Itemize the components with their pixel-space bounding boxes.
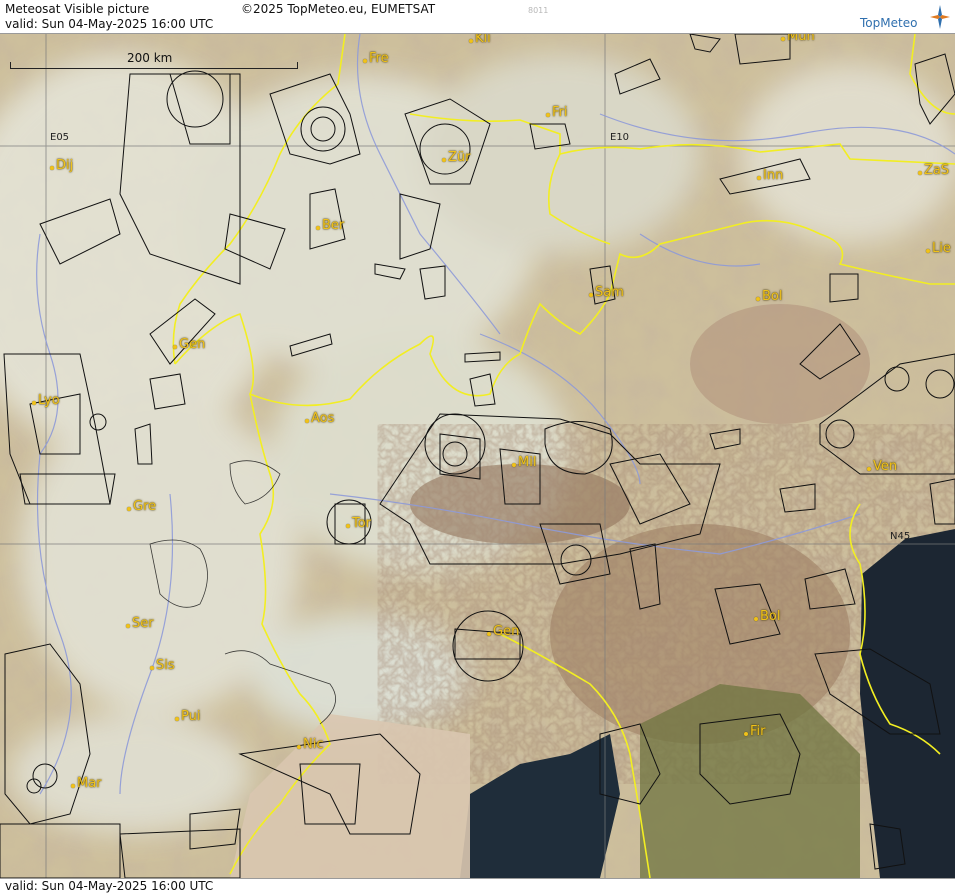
city-label: Kli: [469, 34, 491, 46]
city-label: Zür: [442, 150, 471, 165]
satellite-map-window: Meteosat Visible picture ©2025 TopMeteo.…: [0, 0, 955, 893]
sea-adriatic: [860, 529, 955, 878]
compass-star-icon: [930, 5, 950, 29]
city-label: Lie: [926, 241, 951, 256]
city-label: Mil: [511, 455, 537, 470]
city-label: Gen: [172, 337, 206, 352]
city-label: Gre: [126, 499, 157, 514]
city-label: Mün: [781, 34, 815, 44]
city-label: Pui: [174, 709, 201, 724]
scale-label: 200 km: [127, 51, 173, 65]
city-label: Sis: [150, 658, 175, 673]
city-label: Mar: [71, 776, 102, 791]
copyright-text: ©2025 TopMeteo.eu, EUMETSAT: [241, 2, 436, 16]
topmeteo-logo: TopMeteo: [860, 5, 950, 31]
city-label: Bol: [753, 609, 781, 624]
city-label: Gen: [486, 624, 520, 639]
header-bar: Meteosat Visible picture ©2025 TopMeteo.…: [0, 0, 955, 34]
city-label: Tor: [345, 516, 372, 531]
scale-bar: 200 km: [10, 51, 298, 71]
map-title: Meteosat Visible picture: [5, 2, 150, 16]
valid-time-bottom: valid: Sun 04-May-2025 16:00 UTC: [5, 879, 214, 893]
city-label: Lyo: [32, 393, 60, 408]
city-label: Fir: [744, 724, 766, 739]
grid-label-n45: N45: [890, 531, 911, 542]
city-label: Bol: [755, 289, 783, 304]
map-canvas: [0, 34, 955, 878]
city-label: Fri: [546, 105, 568, 120]
city-label: Ber: [315, 218, 345, 233]
city-label: Nic: [296, 737, 324, 752]
city-label: Fre: [363, 51, 389, 66]
city-label: ZaS: [917, 163, 950, 178]
footer-bar: valid: Sun 04-May-2025 16:00 UTC: [0, 878, 955, 893]
grid-label-e10: E10: [610, 132, 630, 143]
grid-label-e05: E05: [50, 132, 70, 143]
city-label: Dij: [49, 158, 74, 173]
city-label: Sam: [589, 285, 624, 300]
city-label: Ser: [126, 616, 154, 631]
city-label: Ven: [866, 459, 898, 474]
image-code: 8011: [528, 6, 549, 15]
logo-text: TopMeteo: [860, 16, 918, 30]
city-label: Inn: [756, 168, 784, 183]
city-label: Aos: [304, 411, 335, 426]
satellite-image: E05 E10 N45 200 km Kli Mün Fre Fri Dij Z…: [0, 34, 955, 878]
valid-time-top: valid: Sun 04-May-2025 16:00 UTC: [5, 17, 214, 31]
